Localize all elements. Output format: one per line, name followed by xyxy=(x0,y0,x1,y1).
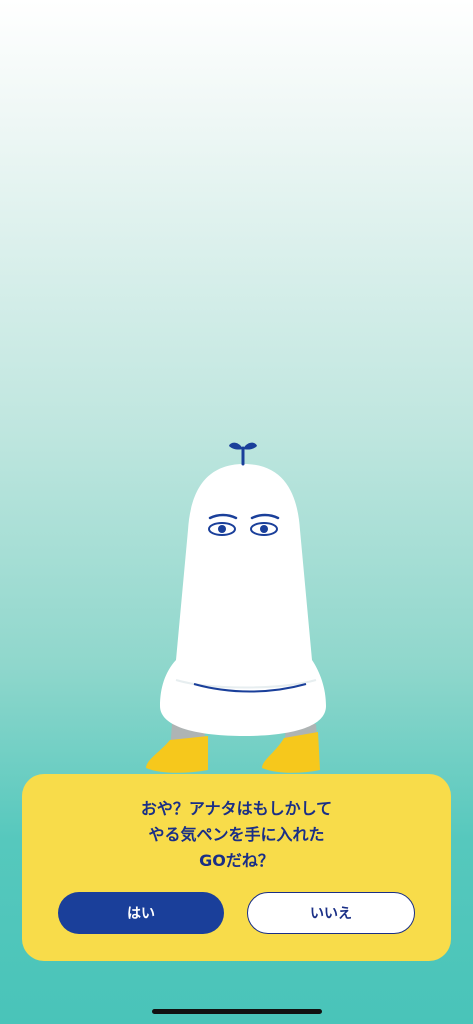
mascot-body xyxy=(160,464,326,736)
dialog-message-line-2: やる気ペンを手に入れた xyxy=(148,825,325,844)
dialog-message-line-3: GOだね？ xyxy=(199,851,274,870)
mascot-right-foot xyxy=(262,732,320,773)
mascot-left-foot xyxy=(146,736,208,773)
mascot-sprout-right-leaf xyxy=(243,442,257,450)
dialog-message-line-1: おや？アナタはもしかして xyxy=(140,799,333,818)
home-indicator[interactable] xyxy=(152,1009,322,1014)
confirmation-dialog: おや？アナタはもしかして やる気ペンを手に入れた GOだね？ はい いいえ xyxy=(22,774,451,961)
yes-button[interactable]: はい xyxy=(58,892,224,934)
dialog-message: おや？アナタはもしかして やる気ペンを手に入れた GOだね？ xyxy=(22,796,451,874)
mascot-left-pupil xyxy=(218,525,226,533)
mascot-sprout-left-leaf xyxy=(229,442,243,450)
no-button[interactable]: いいえ xyxy=(247,892,415,934)
mascot-right-pupil xyxy=(260,525,268,533)
